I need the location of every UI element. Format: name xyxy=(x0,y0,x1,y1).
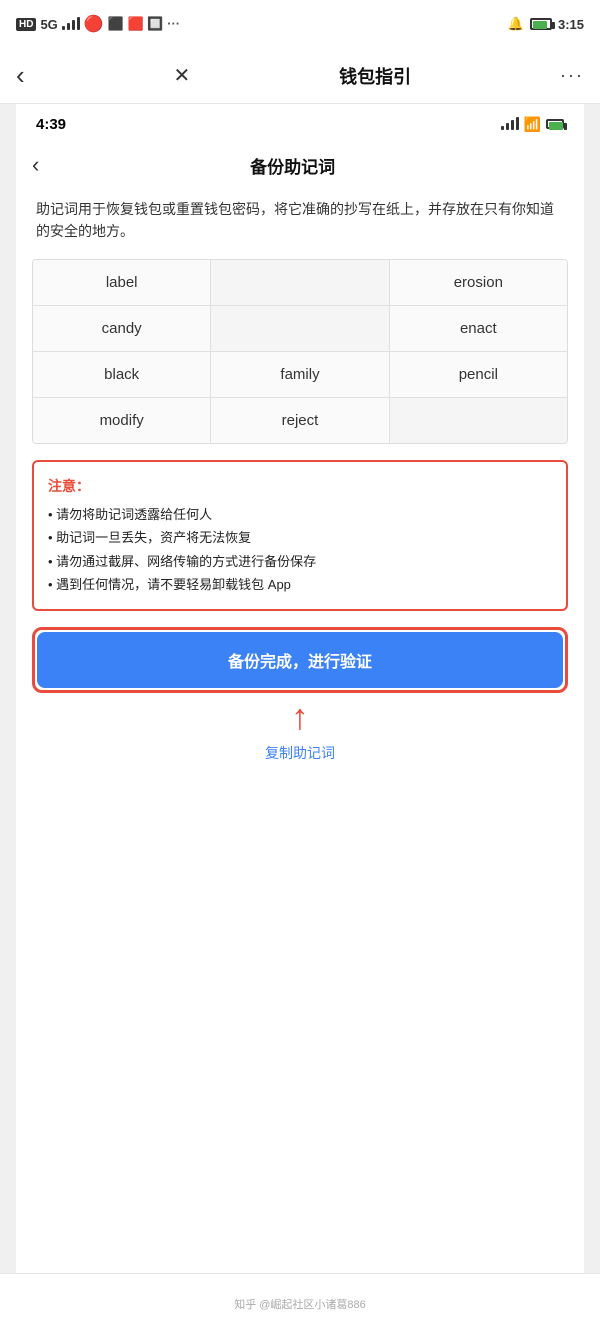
watermark: 知乎 @崛起社区小诸葛886 xyxy=(234,1296,366,1312)
backup-verify-button[interactable]: 备份完成，进行验证 xyxy=(37,632,563,688)
inner-nav: ‹ 备份助记词 xyxy=(16,144,584,190)
outer-more-icon[interactable]: ··· xyxy=(560,65,584,86)
mnemonic-cell-empty xyxy=(211,306,389,351)
battery-outer xyxy=(530,18,552,30)
mnemonic-cell-empty xyxy=(390,398,567,443)
mnemonic-word: erosion xyxy=(454,274,503,291)
arrow-up-icon: ↑ xyxy=(291,699,309,735)
outer-nav-bar: ‹ ✕ 钱包指引 ··· xyxy=(0,48,600,104)
mnemonic-word: reject xyxy=(282,412,319,429)
outer-back-icon[interactable]: ‹ xyxy=(16,60,25,91)
mnemonic-cell: modify xyxy=(33,398,211,443)
mnemonic-cell-empty xyxy=(211,260,389,305)
weibo-icon: 🔴 xyxy=(84,14,104,34)
mnemonic-row: candy enact xyxy=(33,306,567,352)
mnemonic-word: label xyxy=(106,274,138,291)
mnemonic-cell: erosion xyxy=(390,260,567,305)
outer-nav-title: 钱包指引 xyxy=(339,63,411,89)
app-icons: ⬛ 🟥 🔲 ··· xyxy=(108,16,180,32)
mnemonic-cell: family xyxy=(211,352,389,397)
mnemonic-word: pencil xyxy=(459,366,498,383)
warning-item-4: • 遇到任何情况，请不要轻易卸载钱包 App xyxy=(48,573,552,596)
phone-screen: 4:39 📶 ‹ 备份助记词 助记词用于恢复钱包或重置钱包密码，将它准确的抄写在… xyxy=(16,104,584,1273)
mnemonic-word: candy xyxy=(102,320,142,337)
inner-nav-title: 备份助记词 xyxy=(39,153,546,178)
inner-status-icons: 📶 xyxy=(501,116,564,133)
inner-battery-icon xyxy=(546,117,564,132)
mnemonic-cell: black xyxy=(33,352,211,397)
mnemonic-word: black xyxy=(104,366,139,383)
mnemonic-cell: enact xyxy=(390,306,567,351)
outer-status-bar: HD 5G 🔴 ⬛ 🟥 🔲 ··· 🔔 3:15 xyxy=(0,0,600,48)
outer-time: 3:15 xyxy=(558,17,584,32)
bottom-bar: 知乎 @崛起社区小诸葛886 xyxy=(0,1273,600,1333)
mnemonic-word: family xyxy=(280,366,319,383)
mnemonic-row: modify reject xyxy=(33,398,567,443)
signal-bars xyxy=(62,16,80,33)
backup-button-wrapper: 备份完成，进行验证 xyxy=(32,627,568,693)
page-description: 助记词用于恢复钱包或重置钱包密码，将它准确的抄写在纸上，并存放在只有你知道的安全… xyxy=(16,190,584,259)
inner-back-button[interactable]: ‹ xyxy=(32,152,39,178)
arrow-indicator: ↑ xyxy=(16,699,584,739)
outer-status-right: 🔔 3:15 xyxy=(508,16,584,32)
inner-time: 4:39 xyxy=(36,116,66,133)
warning-item-1: • 请勿将助记词透露给任何人 xyxy=(48,503,552,526)
outer-status-left: HD 5G 🔴 ⬛ 🟥 🔲 ··· xyxy=(16,14,180,34)
hd-badge: HD xyxy=(16,18,36,31)
backup-button-red-border: 备份完成，进行验证 xyxy=(32,627,568,693)
mnemonic-word: modify xyxy=(100,412,144,429)
copy-mnemonic-link[interactable]: 复制助记词 xyxy=(16,739,584,779)
mnemonic-row: label erosion xyxy=(33,260,567,306)
mnemonic-cell: label xyxy=(33,260,211,305)
inner-status-bar: 4:39 📶 xyxy=(16,104,584,144)
outer-close-icon[interactable]: ✕ xyxy=(174,63,191,88)
mnemonic-cell: pencil xyxy=(390,352,567,397)
mnemonic-word: enact xyxy=(460,320,497,337)
warning-item-3: • 请勿通过截屏、网络传输的方式进行备份保存 xyxy=(48,550,552,573)
bell-icon: 🔔 xyxy=(508,16,524,32)
inner-wifi-icon: 📶 xyxy=(524,116,541,133)
signal-icon: 5G xyxy=(40,17,57,32)
mnemonic-cell: candy xyxy=(33,306,211,351)
warning-item-2: • 助记词一旦丢失，资产将无法恢复 xyxy=(48,526,552,549)
warning-box: 注意： • 请勿将助记词透露给任何人 • 助记词一旦丢失，资产将无法恢复 • 请… xyxy=(32,460,568,611)
warning-title: 注意： xyxy=(48,474,552,499)
mnemonic-row: black family pencil xyxy=(33,352,567,398)
mnemonic-cell: reject xyxy=(211,398,389,443)
mnemonic-grid: label erosion candy enact black xyxy=(32,259,568,444)
inner-signal-icon xyxy=(501,116,519,133)
